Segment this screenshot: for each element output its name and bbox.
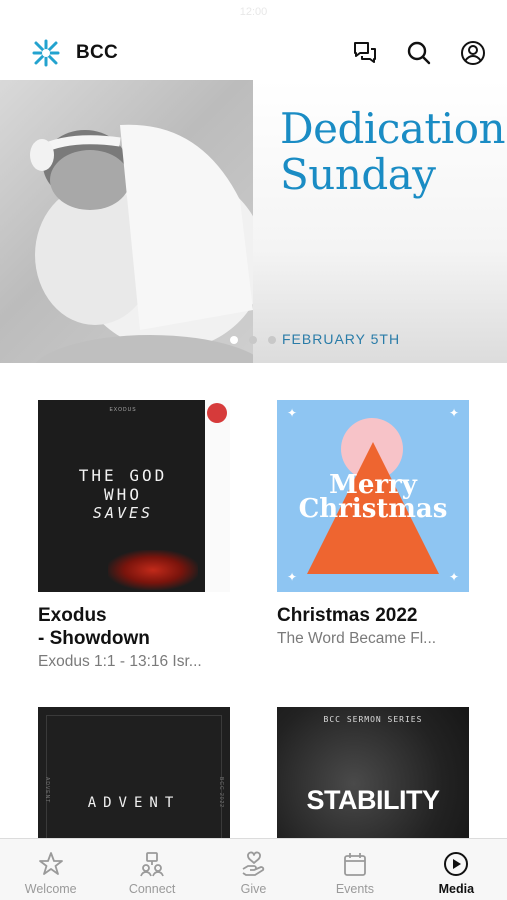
art-glow <box>108 550 198 590</box>
sparkle-icon: ✦ <box>287 406 298 420</box>
profile-icon[interactable] <box>457 37 489 69</box>
baby-photo <box>0 80 253 363</box>
tab-events[interactable]: Events <box>304 839 405 900</box>
hero-title-line1: Dedication <box>280 104 506 153</box>
search-icon[interactable] <box>403 37 435 69</box>
hero-date: FEBRUARY 5TH <box>282 331 401 347</box>
status-time: 12:00 <box>239 6 268 18</box>
tab-label: Give <box>240 882 267 896</box>
sparkle-icon: ✦ <box>448 570 459 584</box>
christmas-artwork: Merry Christmas ✦ ✦ ✦ ✦ <box>277 400 469 592</box>
art-title: ADVENT <box>87 795 181 811</box>
people-icon <box>138 850 166 878</box>
hero-title: Dedication Sunday <box>280 104 506 199</box>
tab-label: Events <box>335 882 375 896</box>
tab-label: Connect <box>128 882 176 896</box>
status-bar: 12:00 <box>0 0 507 26</box>
media-card-christmas[interactable]: Merry Christmas ✦ ✦ ✦ ✦ Christmas 2022 T… <box>277 400 469 648</box>
art-small-label: BCC SERMON SERIES <box>323 715 423 724</box>
sparkle-icon: ✦ <box>448 406 459 420</box>
media-card-exodus[interactable]: EXODUS THE GOD WHO SAVES Exodus - Showdo… <box>38 400 230 671</box>
tab-label: Welcome <box>24 882 77 896</box>
header-actions <box>349 37 489 69</box>
chat-icon[interactable] <box>349 37 381 69</box>
app-header: BCC <box>0 26 507 80</box>
play-icon <box>442 850 470 878</box>
card-title: Exodus - Showdown <box>38 605 150 649</box>
carousel-dots[interactable] <box>230 336 276 344</box>
art-strip <box>205 400 230 592</box>
tab-welcome[interactable]: Welcome <box>0 839 101 900</box>
give-icon <box>240 850 268 878</box>
bcc-badge-icon <box>207 403 227 423</box>
art-title: THE GOD WHO <box>78 466 168 504</box>
tab-media[interactable]: Media <box>406 839 507 900</box>
star-icon <box>37 850 65 878</box>
tab-connect[interactable]: Connect <box>101 839 202 900</box>
sparkle-icon: ✦ <box>287 570 298 584</box>
art-small-label: EXODUS <box>109 407 137 413</box>
carousel-dot[interactable] <box>268 336 276 344</box>
bottom-tab-bar: Welcome Connect Give Events Media <box>0 838 507 900</box>
exodus-artwork: EXODUS THE GOD WHO SAVES <box>38 400 230 592</box>
art-title: Merry Christmas <box>298 470 448 524</box>
tab-give[interactable]: Give <box>203 839 304 900</box>
calendar-icon <box>341 850 369 878</box>
card-subtitle: The Word Became Fl... <box>277 630 437 647</box>
app-title: BCC <box>76 42 119 63</box>
card-subtitle: Exodus 1:1 - 13:16 Isr... <box>38 653 202 670</box>
art-title: STABILITY <box>306 785 441 815</box>
tab-label: Media <box>438 882 475 896</box>
carousel-dot[interactable] <box>230 336 238 344</box>
bcc-logo-icon <box>32 39 60 67</box>
art-subtitle: SAVES <box>92 504 154 522</box>
hero-banner[interactable]: Dedication Sunday <box>0 80 507 363</box>
carousel-dot[interactable] <box>249 336 257 344</box>
card-title: Christmas 2022 <box>277 605 418 626</box>
hero-title-line2: Sunday <box>280 150 436 199</box>
